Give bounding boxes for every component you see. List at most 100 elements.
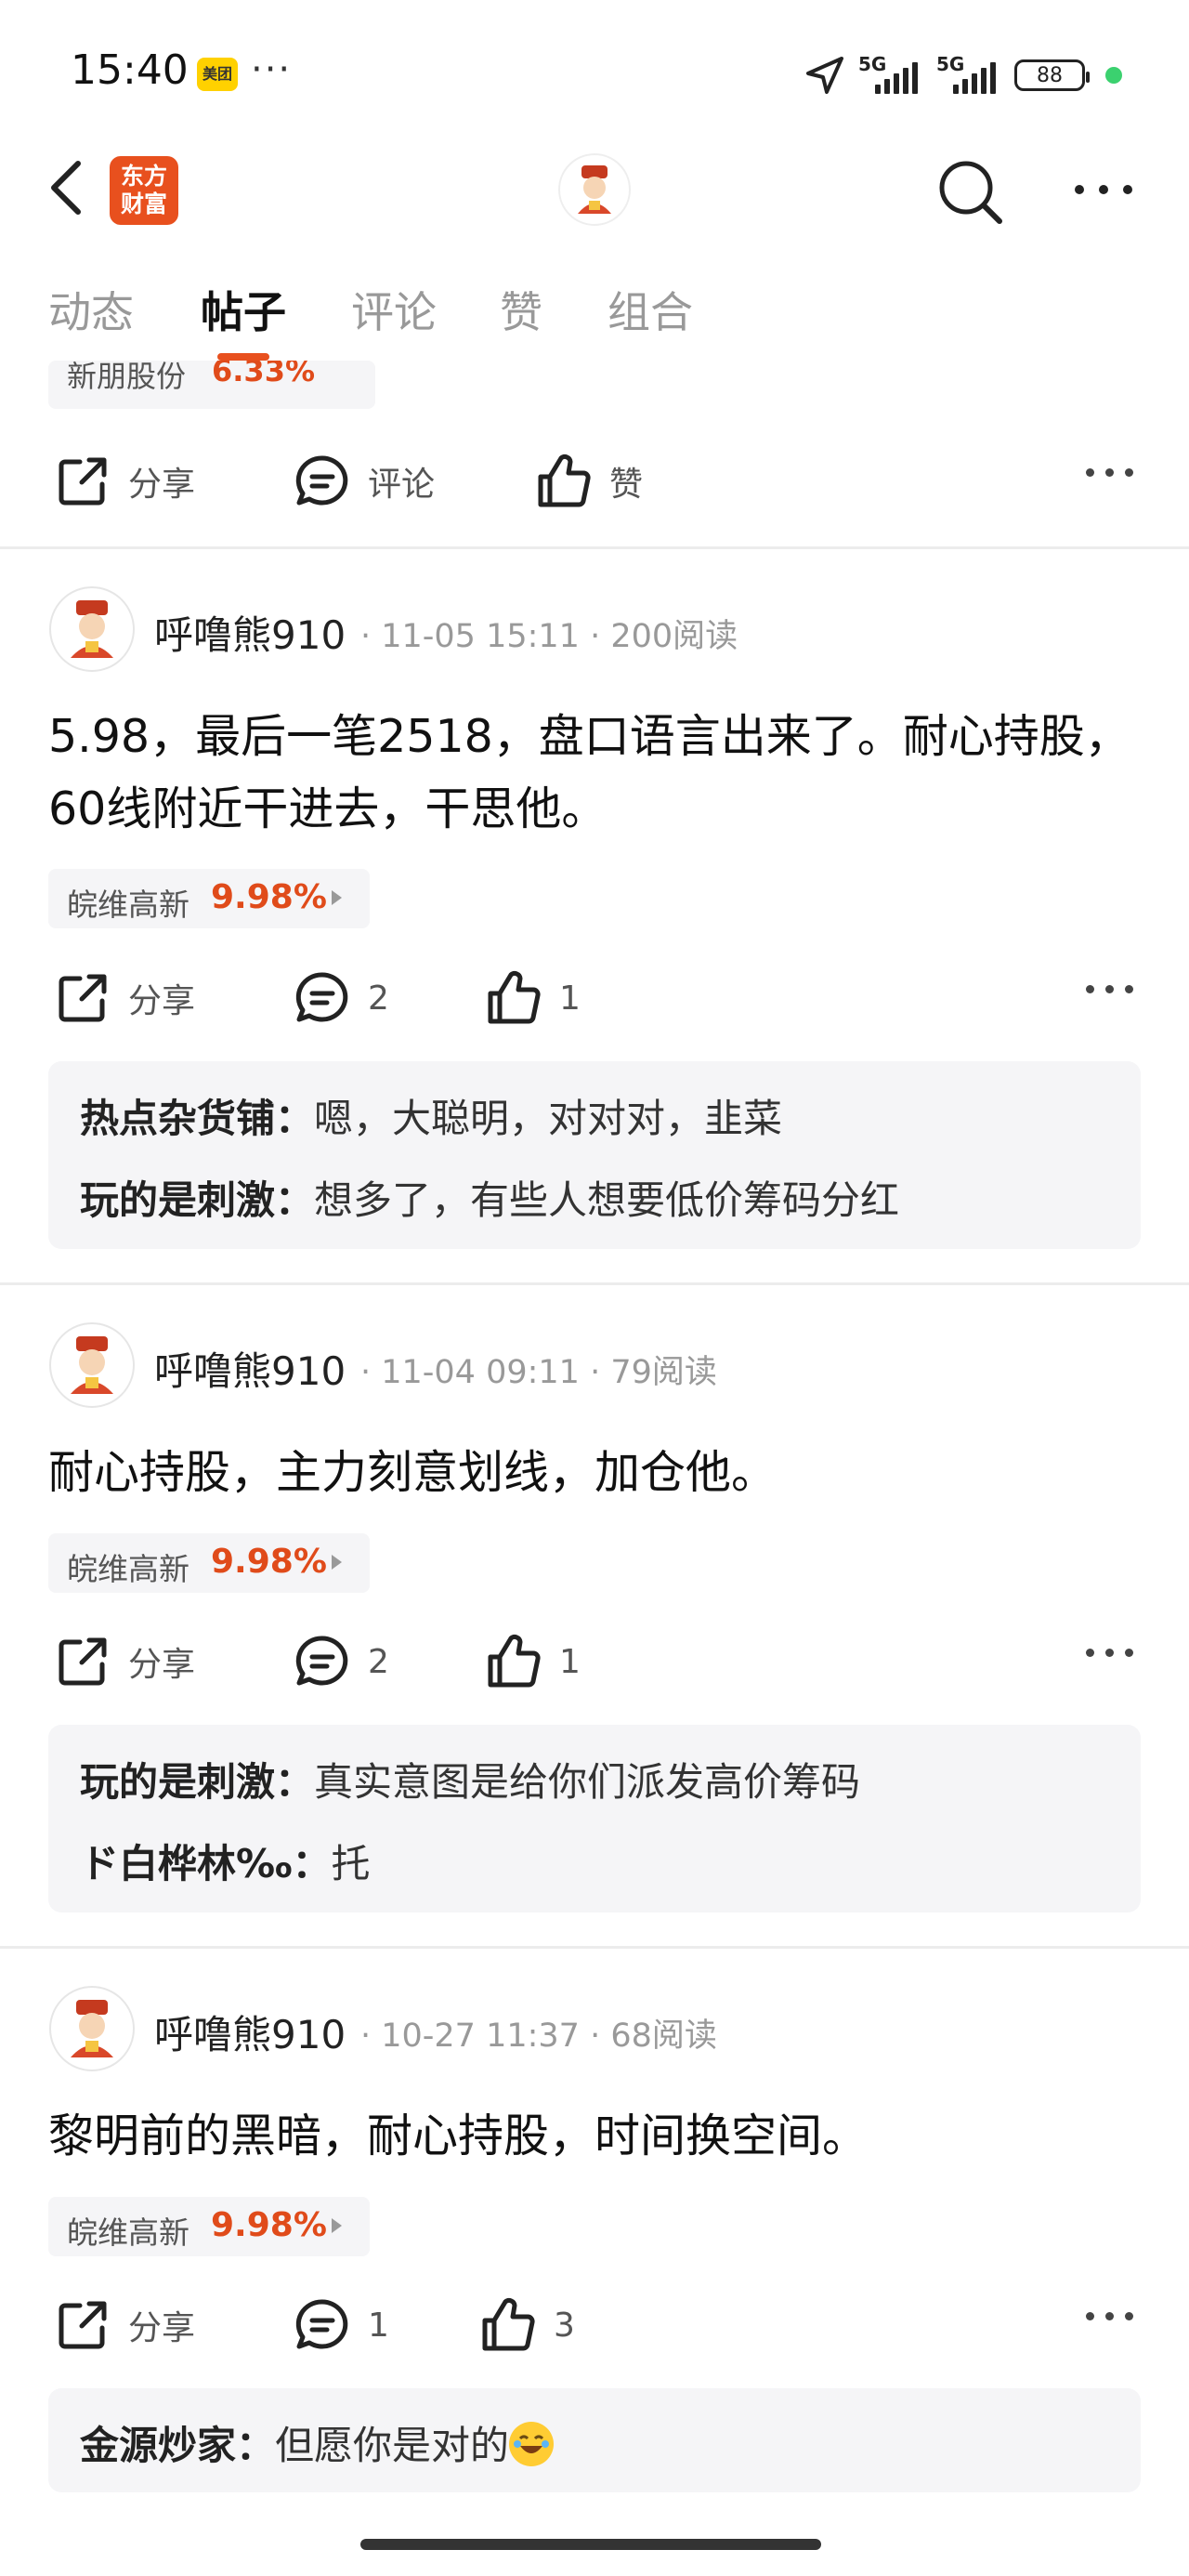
share-icon — [59, 2301, 107, 2349]
meituan-app-icon: 美团 — [197, 58, 238, 91]
share-icon — [59, 457, 107, 506]
comment-count: 1 — [368, 2306, 389, 2345]
tab-likes[interactable]: 赞 — [500, 279, 542, 340]
logo-text: 财富 — [120, 191, 167, 217]
like-count: 3 — [554, 2306, 575, 2345]
comment-preview[interactable]: 热点杂货铺：嗯，大聪明，对对对，韭菜 玩的是刺激：想多了，有些人想要低价筹码分红 — [48, 1061, 1141, 1249]
comment-count: 2 — [368, 1642, 389, 1681]
share-button[interactable]: 分享 — [54, 2288, 195, 2362]
post-text[interactable]: 耐心持股，主力刻意划线，加仓他。 — [48, 1437, 1144, 1509]
stock-tag[interactable]: 皖维高新 9.98% — [48, 2197, 370, 2256]
thumbs-up-icon — [488, 970, 541, 1024]
comment-preview[interactable]: 玩的是刺激：真实意图是给你们派发高价筹码 ド白桦林‰：托 — [48, 1725, 1141, 1912]
comment-item[interactable]: ド白桦林‰：托 — [80, 1833, 371, 1889]
caishen-avatar-icon — [558, 153, 631, 226]
user-avatar[interactable] — [557, 152, 632, 227]
post-actions: 分享 1 3 — [0, 2288, 1189, 2362]
top-nav: 东方 财富 — [0, 139, 1189, 242]
author-name[interactable]: 呼噜熊910 — [154, 2004, 346, 2060]
post-author[interactable]: 呼噜熊910 · 11-04 09:11 · 79阅读 — [48, 1321, 1144, 1411]
tab-posts[interactable]: 帖子 — [201, 279, 286, 340]
comment-icon — [295, 455, 348, 506]
stock-tag[interactable]: 新朋股份 6.33% — [48, 361, 375, 409]
laughing-tears-emoji-icon — [509, 2422, 555, 2466]
author-name[interactable]: 呼噜熊910 — [154, 604, 346, 661]
share-icon — [59, 1637, 107, 1686]
commenter-name[interactable]: 玩的是刺激： — [80, 1759, 314, 1805]
like-button[interactable]: 1 — [485, 961, 581, 1035]
post-more-button[interactable] — [1086, 468, 1133, 477]
tab-bar: 动态 帖子 评论 赞 组合 — [0, 279, 1189, 353]
tab-dynamics[interactable]: 动态 — [48, 279, 134, 340]
status-indicators: 5G 5G 88 — [804, 52, 1122, 99]
comment-text: 但愿你是对的 — [275, 2423, 510, 2468]
like-count: 1 — [559, 1642, 581, 1681]
share-button[interactable]: 分享 — [54, 961, 195, 1035]
comment-item[interactable]: 金源炒家：但愿你是对的 — [80, 2414, 555, 2471]
tab-comments[interactable]: 评论 — [351, 279, 437, 340]
home-indicator[interactable] — [360, 2539, 821, 2550]
comment-item[interactable]: 热点杂货铺：嗯，大聪明，对对对，韭菜 — [80, 1087, 782, 1144]
stock-tag[interactable]: 皖维高新 9.98% — [48, 1533, 370, 1593]
active-tab-indicator — [217, 353, 269, 361]
comment-icon — [295, 972, 348, 1022]
post-more-button[interactable] — [1086, 2312, 1133, 2320]
location-icon — [806, 57, 843, 94]
commenter-name[interactable]: ド白桦林‰： — [80, 1841, 331, 1886]
comment-icon — [295, 1636, 348, 1686]
tab-portfolios[interactable]: 组合 — [608, 279, 693, 340]
caret-right-icon — [332, 2218, 342, 2233]
share-button[interactable]: 分享 — [54, 444, 195, 519]
post-more-button[interactable] — [1086, 985, 1133, 993]
stock-tag[interactable]: 皖维高新 9.98% — [48, 869, 370, 928]
comment-preview[interactable]: 金源炒家：但愿你是对的 — [48, 2388, 1141, 2492]
more-icon — [1075, 185, 1132, 194]
thumbs-up-icon — [538, 453, 591, 507]
commenter-name[interactable]: 金源炒家： — [80, 2423, 275, 2468]
like-button[interactable]: 赞 — [535, 444, 643, 519]
comment-item[interactable]: 玩的是刺激：真实意图是给你们派发高价筹码 — [80, 1751, 860, 1807]
like-label: 赞 — [609, 466, 644, 504]
share-button[interactable]: 分享 — [54, 1624, 195, 1699]
post-author[interactable]: 呼噜熊910 · 11-05 15:11 · 200阅读 — [48, 585, 1144, 675]
privacy-indicator — [1105, 67, 1122, 84]
comment-button[interactable]: 评论 — [294, 444, 435, 519]
post-actions: 分享 2 1 — [0, 961, 1189, 1035]
post-divider — [0, 546, 1189, 549]
comment-item[interactable]: 玩的是刺激：想多了，有些人想要低价筹码分红 — [80, 1169, 899, 1226]
post-meta: · 11-05 15:11 · 200阅读 — [360, 618, 738, 655]
like-button[interactable]: 1 — [485, 1624, 581, 1699]
comment-button[interactable]: 2 — [294, 961, 389, 1035]
post-more-button[interactable] — [1086, 1649, 1133, 1657]
post-author[interactable]: 呼噜熊910 · 10-27 11:37 · 68阅读 — [48, 1985, 1144, 2074]
thumbs-up-icon — [488, 1634, 541, 1688]
stock-name: 皖维高新 — [67, 1551, 189, 1587]
stock-change: 6.33% — [212, 361, 316, 388]
back-button[interactable] — [48, 160, 85, 216]
commenter-name[interactable]: 热点杂货铺： — [80, 1096, 314, 1141]
stock-change: 9.98% — [211, 1543, 327, 1581]
post-text[interactable]: 黎明前的黑暗，耐心持股，时间换空间。 — [48, 2100, 1144, 2173]
more-menu-button[interactable] — [1066, 169, 1141, 210]
comment-button[interactable]: 2 — [294, 1624, 389, 1699]
search-button[interactable] — [934, 156, 1005, 227]
thumbs-up-icon — [482, 2297, 535, 2351]
signal-icon: 5G — [858, 53, 923, 94]
comment-text: 嗯，大聪明，对对对，韭菜 — [314, 1096, 783, 1141]
author-avatar-icon — [49, 586, 135, 672]
comment-label: 评论 — [368, 466, 436, 504]
post-meta: · 10-27 11:37 · 68阅读 — [360, 2017, 717, 2055]
comment-button[interactable]: 1 — [294, 2288, 389, 2362]
author-name[interactable]: 呼噜熊910 — [154, 1340, 346, 1397]
share-label: 分享 — [128, 2309, 196, 2347]
caret-right-icon — [332, 890, 342, 905]
like-button[interactable]: 3 — [479, 2288, 575, 2362]
comment-text: 想多了，有些人想要低价筹码分红 — [314, 1177, 900, 1223]
share-icon — [59, 974, 107, 1022]
stock-change: 9.98% — [211, 2206, 327, 2244]
caret-right-icon — [332, 1555, 342, 1570]
logo-text: 东方 — [120, 163, 167, 190]
stock-name: 新朋股份 — [67, 361, 187, 394]
post-text[interactable]: 5.98，最后一笔2518，盘口语言出来了。耐心持股，60线附近干进去，干思他。 — [48, 701, 1144, 846]
commenter-name[interactable]: 玩的是刺激： — [80, 1177, 314, 1223]
